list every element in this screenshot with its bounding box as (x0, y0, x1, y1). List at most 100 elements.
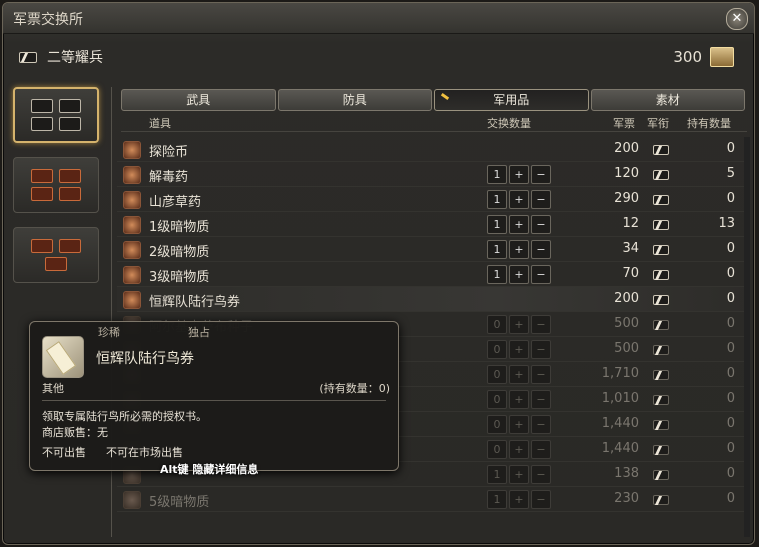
quantity-input[interactable]: 1 (487, 490, 507, 509)
exchange-window: 军票交换所 ✕ 二等耀兵 300 武具 防具 军用品 素材 道具 交换数量 军票… (2, 2, 755, 545)
quantity-stepper[interactable]: 1 + − (487, 240, 553, 259)
table-row[interactable]: 恒辉队陆行鸟券 200 0 (117, 287, 749, 312)
quantity-input[interactable]: 0 (487, 365, 507, 384)
quantity-input[interactable]: 0 (487, 440, 507, 459)
title-bar[interactable]: 军票交换所 ✕ (3, 3, 754, 34)
rank-requirement-icon (653, 294, 669, 309)
quantity-stepper[interactable]: 0 + − (487, 315, 553, 334)
col-rank: 军衔 (647, 117, 669, 130)
tooltip-shop-info: 商店贩售：无 (42, 426, 108, 439)
quantity-stepper[interactable]: 1 + − (487, 215, 553, 234)
rank-insignia-icon (45, 257, 67, 271)
minus-button[interactable]: − (531, 365, 551, 384)
window-title: 军票交换所 (13, 12, 83, 28)
quantity-stepper[interactable]: 1 + − (487, 165, 553, 184)
quantity-input[interactable]: 1 (487, 190, 507, 209)
scroll-ticket-icon (42, 336, 84, 378)
quantity-stepper[interactable]: 1 + − (487, 465, 553, 484)
plus-button[interactable]: + (509, 165, 529, 184)
col-qty: 交换数量 (487, 117, 531, 130)
quantity-stepper[interactable]: 1 + − (487, 190, 553, 209)
quantity-stepper[interactable]: 0 + − (487, 440, 553, 459)
quantity-input[interactable]: 1 (487, 265, 507, 284)
minus-button[interactable]: − (531, 165, 551, 184)
plus-button[interactable]: + (509, 490, 529, 509)
quantity-input[interactable]: 0 (487, 415, 507, 434)
rank-tier-1-button[interactable] (13, 87, 99, 143)
quantity-stepper[interactable]: 0 + − (487, 340, 553, 359)
plus-button[interactable]: + (509, 390, 529, 409)
tab-weapons[interactable]: 武具 (121, 89, 276, 111)
rank-insignia-icon (653, 345, 669, 355)
plus-button[interactable]: + (509, 240, 529, 259)
minus-button[interactable]: − (531, 315, 551, 334)
quantity-input[interactable]: 0 (487, 340, 507, 359)
rank-tier-2-button[interactable] (13, 157, 99, 213)
rank-insignia-icon (59, 99, 81, 113)
quantity-input[interactable]: 1 (487, 215, 507, 234)
tab-materials[interactable]: 素材 (590, 89, 745, 111)
rank-insignia-icon (653, 395, 669, 405)
close-icon[interactable]: ✕ (726, 8, 748, 30)
item-owned-count: 0 (726, 191, 735, 206)
quantity-input[interactable]: 1 (487, 465, 507, 484)
quantity-stepper[interactable]: 0 + − (487, 390, 553, 409)
plus-button[interactable]: + (509, 415, 529, 434)
rank-insignia-icon (653, 220, 669, 230)
tooltip-item-name: 恒辉队陆行鸟券 (96, 351, 194, 367)
quantity-input[interactable]: 0 (487, 315, 507, 334)
star-ticket-icon (123, 291, 141, 309)
coin-icon (123, 141, 141, 159)
table-row[interactable]: 解毒药 1 + − 120 5 (117, 162, 749, 187)
minus-button[interactable]: − (531, 215, 551, 234)
minus-button[interactable]: − (531, 465, 551, 484)
plus-button[interactable]: + (509, 440, 529, 459)
minus-button[interactable]: − (531, 440, 551, 459)
rank-insignia-icon (59, 187, 81, 201)
plus-button[interactable]: + (509, 315, 529, 334)
table-row[interactable]: 3级暗物质 1 + − 70 0 (117, 262, 749, 287)
quantity-input[interactable]: 1 (487, 165, 507, 184)
table-row[interactable]: 5级暗物质 1 + − 230 0 (117, 487, 749, 512)
plus-button[interactable]: + (509, 265, 529, 284)
tab-supplies[interactable]: 军用品 (434, 89, 589, 111)
rank-insignia-icon (31, 117, 53, 131)
tab-armor[interactable]: 防具 (277, 89, 432, 111)
dark-matter-icon (123, 491, 141, 509)
plus-button[interactable]: + (509, 465, 529, 484)
scrollbar[interactable] (744, 137, 750, 537)
potion-icon (123, 166, 141, 184)
item-name: 解毒药 (149, 170, 189, 185)
item-price: 1,710 (601, 366, 639, 381)
plus-button[interactable]: + (509, 215, 529, 234)
item-owned-count: 0 (726, 291, 735, 306)
item-owned-count: 0 (726, 341, 735, 356)
tooltip-rare-tag: 珍稀 (98, 326, 120, 339)
plus-button[interactable]: + (509, 190, 529, 209)
plus-button[interactable]: + (509, 340, 529, 359)
table-row[interactable]: 2级暗物质 1 + − 34 0 (117, 237, 749, 262)
quantity-stepper[interactable]: 0 + − (487, 365, 553, 384)
minus-button[interactable]: − (531, 265, 551, 284)
rank-tier-3-button[interactable] (13, 227, 99, 283)
item-owned-count: 0 (726, 416, 735, 431)
plus-button[interactable]: + (509, 365, 529, 384)
minus-button[interactable]: − (531, 340, 551, 359)
table-row[interactable]: 山彦草药 1 + − 290 0 (117, 187, 749, 212)
minus-button[interactable]: − (531, 415, 551, 434)
quantity-stepper[interactable]: 1 + − (487, 265, 553, 284)
minus-button[interactable]: − (531, 390, 551, 409)
minus-button[interactable]: − (531, 190, 551, 209)
currency-value: 300 (673, 48, 702, 66)
quantity-input[interactable]: 0 (487, 390, 507, 409)
table-row[interactable]: 探险币 200 0 (117, 137, 749, 162)
tooltip-unique-tag: 独占 (188, 326, 210, 339)
rank-insignia-icon (653, 170, 669, 180)
quantity-stepper[interactable]: 0 + − (487, 415, 553, 434)
table-row[interactable]: 1级暗物质 1 + − 12 13 (117, 212, 749, 237)
item-owned-count: 0 (726, 316, 735, 331)
quantity-input[interactable]: 1 (487, 240, 507, 259)
minus-button[interactable]: − (531, 490, 551, 509)
quantity-stepper[interactable]: 1 + − (487, 490, 553, 509)
minus-button[interactable]: − (531, 240, 551, 259)
